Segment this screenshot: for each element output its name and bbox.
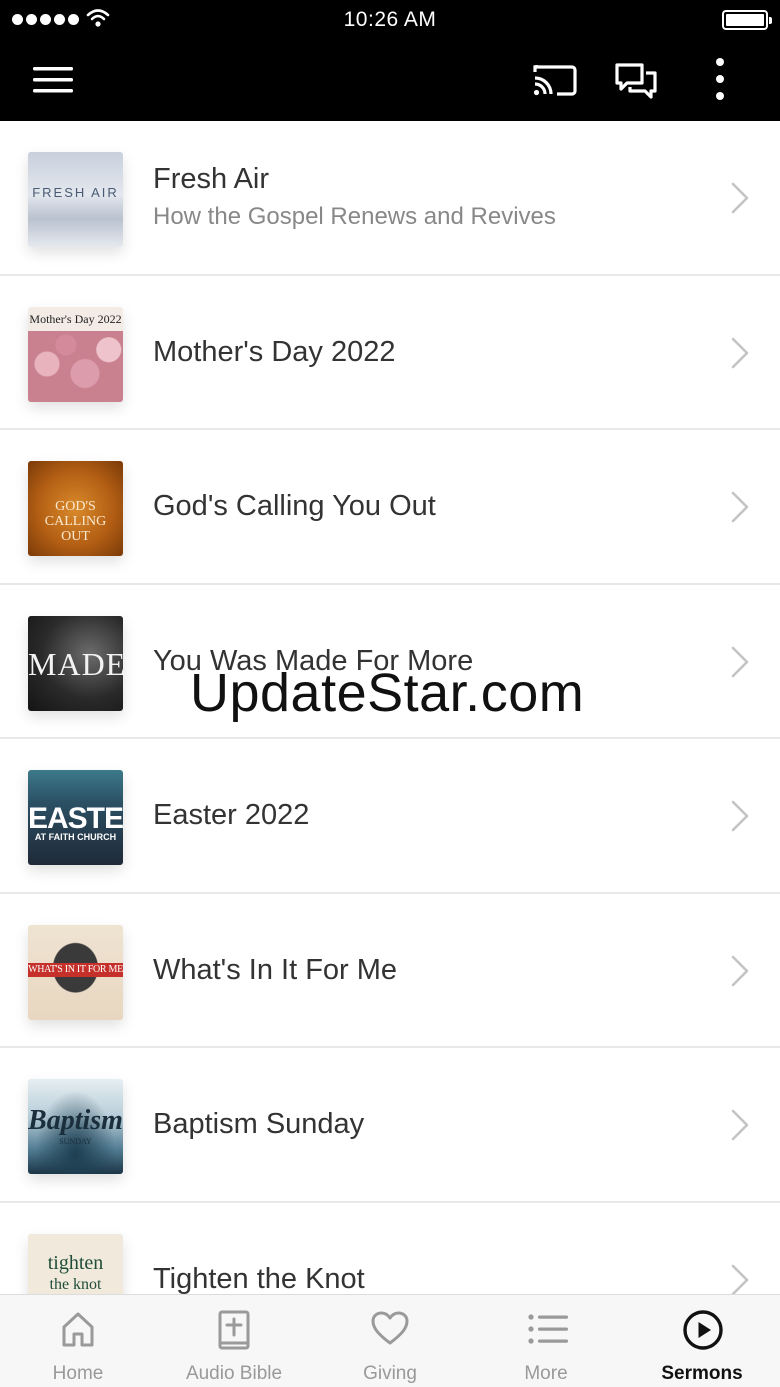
- list-item[interactable]: FRESH AIR Fresh Air How the Gospel Renew…: [0, 121, 780, 276]
- status-bar: 10:26 AM: [0, 0, 780, 40]
- battery-icon: [722, 10, 772, 30]
- artwork-subtext: the knot: [49, 1275, 102, 1293]
- chat-icon: [615, 63, 657, 99]
- list-item[interactable]: EASTER AT FAITH CHURCH Easter 2022: [0, 739, 780, 894]
- artwork-subtext: SUNDAY: [59, 1137, 92, 1146]
- artwork-text: MADE: [28, 645, 123, 682]
- menu-icon: [33, 67, 73, 93]
- list-item[interactable]: Baptism SUNDAY Baptism Sunday: [0, 1048, 780, 1203]
- bottom-tab-bar: Home Audio Bible Giving More Sermons: [0, 1294, 780, 1387]
- artwork-text: Baptism: [28, 1105, 123, 1136]
- artwork-subtext: AT FAITH CHURCH: [34, 832, 117, 842]
- tab-label: Giving: [363, 1363, 417, 1384]
- series-artwork: Baptism SUNDAY: [28, 1079, 123, 1174]
- tab-label: More: [524, 1363, 568, 1384]
- menu-button[interactable]: [30, 58, 88, 102]
- chevron-right-icon: [731, 955, 749, 986]
- list-item[interactable]: Mother's Day 2022 Mother's Day 2022: [0, 276, 780, 430]
- bible-icon: [218, 1310, 250, 1350]
- tab-label: Sermons: [661, 1363, 743, 1384]
- series-title: God's Calling You Out: [153, 490, 436, 522]
- series-title: Mother's Day 2022: [153, 335, 396, 368]
- chevron-right-icon: [731, 800, 749, 832]
- series-artwork: FRESH AIR: [28, 152, 123, 247]
- tab-sermons[interactable]: Sermons: [624, 1295, 780, 1387]
- series-title: What's In It For Me: [153, 953, 398, 986]
- list-item[interactable]: WHAT'S IN IT FOR ME What's In It For Me: [0, 894, 780, 1048]
- artwork-text: EASTER: [28, 802, 123, 835]
- app-bar: [0, 40, 780, 121]
- artwork-text: tighten: [47, 1251, 104, 1274]
- series-title: Easter 2022: [153, 799, 310, 831]
- chevron-right-icon: [731, 1109, 749, 1141]
- artwork-text: GOD'S CALLING OUT: [44, 499, 107, 544]
- list-item[interactable]: GOD'S CALLING OUT God's Calling You Out: [0, 430, 780, 585]
- chevron-right-icon: [731, 337, 749, 368]
- artwork-text: FRESH AIR: [32, 185, 119, 200]
- sermon-series-list: FRESH AIR Fresh Air How the Gospel Renew…: [0, 121, 780, 1357]
- chevron-right-icon: [731, 182, 749, 214]
- cast-icon: [533, 65, 577, 96]
- series-subtitle: How the Gospel Renews and Revives: [153, 203, 556, 230]
- home-icon: [62, 1312, 94, 1347]
- chevron-right-icon: [731, 1264, 749, 1295]
- tab-home[interactable]: Home: [0, 1295, 156, 1387]
- tab-more[interactable]: More: [468, 1295, 624, 1387]
- play-circle-icon: [683, 1310, 723, 1350]
- series-artwork: EASTER AT FAITH CHURCH: [28, 770, 123, 865]
- tab-label: Audio Bible: [185, 1363, 283, 1384]
- cast-button[interactable]: [530, 58, 580, 102]
- status-time: 10:26 AM: [343, 8, 437, 31]
- tab-giving[interactable]: Giving: [312, 1295, 468, 1387]
- series-artwork: MADE: [28, 615, 123, 711]
- chevron-right-icon: [731, 646, 749, 677]
- more-options-button[interactable]: [700, 54, 740, 104]
- tab-label: Home: [52, 1363, 104, 1384]
- artwork-text: Mother's Day 2022: [29, 311, 122, 326]
- chevron-right-icon: [731, 491, 749, 523]
- chat-button[interactable]: [613, 58, 663, 102]
- artwork-text: WHAT'S IN IT FOR ME: [28, 963, 123, 975]
- series-title: Fresh Air: [153, 163, 270, 195]
- heart-icon: [371, 1311, 409, 1345]
- more-vertical-icon: [716, 58, 724, 100]
- tab-audio-bible[interactable]: Audio Bible: [156, 1295, 312, 1387]
- series-artwork: GOD'S CALLING OUT: [28, 461, 123, 556]
- list-icon: [528, 1314, 568, 1344]
- series-artwork: Mother's Day 2022: [28, 306, 123, 402]
- series-title: Tighten the Knot: [153, 1262, 365, 1295]
- series-artwork: WHAT'S IN IT FOR ME: [28, 924, 123, 1020]
- series-title: Baptism Sunday: [153, 1108, 365, 1140]
- watermark: UpdateStar.com: [190, 663, 585, 723]
